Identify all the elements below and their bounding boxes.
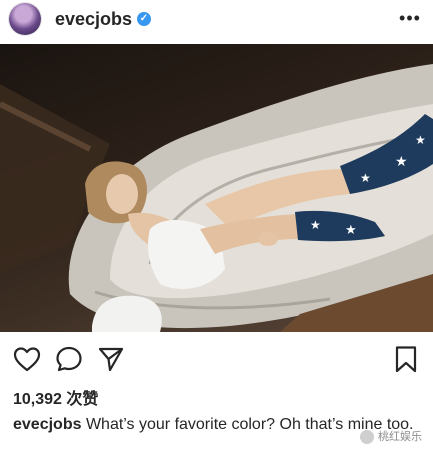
- post-username[interactable]: evecjobs: [55, 9, 132, 30]
- watermark-logo-icon: [360, 430, 374, 444]
- share-icon[interactable]: [96, 344, 126, 374]
- svg-text:★: ★: [395, 154, 408, 170]
- svg-text:★: ★: [310, 218, 321, 232]
- heart-icon[interactable]: [12, 344, 42, 374]
- verified-badge-icon: ✓: [137, 12, 151, 26]
- svg-text:★: ★: [415, 133, 426, 147]
- more-options-icon[interactable]: •••: [398, 8, 422, 28]
- watermark-text: 桃红娱乐: [378, 431, 422, 443]
- svg-text:★: ★: [345, 223, 357, 238]
- bookmark-icon[interactable]: [391, 344, 421, 374]
- post-header: evecjobs ✓ •••: [0, 0, 433, 40]
- comment-icon[interactable]: [54, 344, 84, 374]
- post-caption: evecjobs What’s your favorite color? Oh …: [13, 415, 418, 435]
- svg-text:★: ★: [360, 171, 371, 185]
- watermark: 桃红娱乐: [360, 427, 422, 447]
- post-actions-bar: [0, 340, 433, 376]
- post-photo[interactable]: ★ ★ ★ ★ ★: [0, 44, 433, 332]
- post-photo-image: ★ ★ ★ ★ ★: [0, 64, 433, 332]
- avatar[interactable]: [9, 3, 41, 35]
- likes-count[interactable]: 10,392 次赞: [13, 385, 98, 409]
- caption-username[interactable]: evecjobs: [13, 416, 81, 433]
